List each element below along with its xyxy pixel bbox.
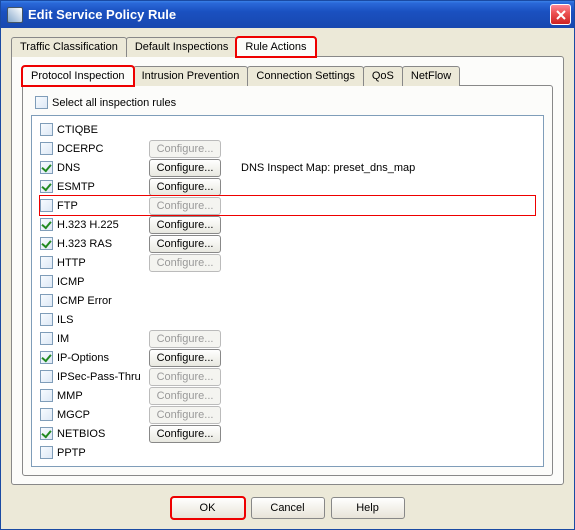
rule-checkbox[interactable] — [40, 313, 53, 326]
rule-row: MGCPConfigure... — [40, 405, 535, 424]
rule-checkbox[interactable] — [40, 275, 53, 288]
configure-button: Configure... — [149, 406, 221, 424]
sub-tab-4[interactable]: NetFlow — [402, 66, 460, 86]
rule-checkbox[interactable] — [40, 142, 53, 155]
rule-name: ICMP — [57, 276, 149, 288]
window-title: Edit Service Policy Rule — [28, 7, 550, 22]
rule-row: ILS — [40, 310, 535, 329]
configure-button: Configure... — [149, 368, 221, 386]
configure-button: Configure... — [149, 140, 221, 158]
rule-checkbox[interactable] — [40, 351, 53, 364]
rule-checkbox[interactable] — [40, 294, 53, 307]
configure-button[interactable]: Configure... — [149, 178, 221, 196]
configure-button[interactable]: Configure... — [149, 425, 221, 443]
configure-button: Configure... — [149, 254, 221, 272]
rule-name: H.323 H.225 — [57, 219, 149, 231]
rule-row: H.323 H.225Configure... — [40, 215, 535, 234]
rule-name: HTTP — [57, 257, 149, 269]
rule-checkbox[interactable] — [40, 427, 53, 440]
rule-checkbox[interactable] — [40, 389, 53, 402]
close-icon — [556, 10, 566, 20]
rule-row: ICMP Error — [40, 291, 535, 310]
sub-tab-2[interactable]: Connection Settings — [247, 66, 363, 86]
rule-checkbox[interactable] — [40, 180, 53, 193]
rule-name: IM — [57, 333, 149, 345]
sub-tab-0[interactable]: Protocol Inspection — [22, 66, 134, 86]
rule-name: ESMTP — [57, 181, 149, 193]
rules-list-container: CTIQBEDCERPCConfigure...DNSConfigure...D… — [31, 115, 544, 467]
configure-button[interactable]: Configure... — [149, 216, 221, 234]
rule-name: IP-Options — [57, 352, 149, 364]
select-all-checkbox[interactable] — [35, 96, 48, 109]
rule-name: NETBIOS — [57, 428, 149, 440]
rules-list[interactable]: CTIQBEDCERPCConfigure...DNSConfigure...D… — [32, 116, 543, 466]
rule-row: HTTPConfigure... — [40, 253, 535, 272]
rule-row: FTPConfigure... — [40, 196, 535, 215]
rule-checkbox[interactable] — [40, 408, 53, 421]
rule-row: H.323 RASConfigure... — [40, 234, 535, 253]
configure-button: Configure... — [149, 330, 221, 348]
rule-row: DNSConfigure... DNS Inspect Map: preset_d… — [40, 158, 535, 177]
rule-name: H.323 RAS — [57, 238, 149, 250]
dialog-window: Edit Service Policy Rule Traffic Classif… — [0, 0, 575, 530]
rule-row: IPSec-Pass-ThruConfigure... — [40, 367, 535, 386]
dialog-buttons: OK Cancel Help — [1, 489, 574, 529]
rule-name: PPTP — [57, 447, 149, 459]
sub-tab-3[interactable]: QoS — [363, 66, 403, 86]
content-area: Traffic ClassificationDefault Inspection… — [1, 28, 574, 489]
sub-pane: Select all inspection rules CTIQBE DCERPC… — [22, 85, 553, 476]
configure-button[interactable]: Configure... — [149, 235, 221, 253]
rule-name: MGCP — [57, 409, 149, 421]
rule-checkbox[interactable] — [40, 370, 53, 383]
rule-row: DCERPCConfigure... — [40, 139, 535, 158]
rule-name: FTP — [57, 200, 149, 212]
app-icon — [7, 7, 23, 23]
configure-button: Configure... — [149, 387, 221, 405]
rule-row: PPTP — [40, 443, 535, 462]
rule-checkbox[interactable] — [40, 332, 53, 345]
rule-row: IP-OptionsConfigure... — [40, 348, 535, 367]
rule-checkbox[interactable] — [40, 123, 53, 136]
help-button[interactable]: Help — [331, 497, 405, 519]
rule-row: NETBIOSConfigure... — [40, 424, 535, 443]
rule-row: CTIQBE — [40, 120, 535, 139]
configure-button[interactable]: Configure... — [149, 349, 221, 367]
rule-checkbox[interactable] — [40, 161, 53, 174]
rule-row: ESMTPConfigure... — [40, 177, 535, 196]
configure-button: Configure... — [149, 197, 221, 215]
rule-row: MMPConfigure... — [40, 386, 535, 405]
main-tabs: Traffic ClassificationDefault Inspection… — [11, 36, 564, 56]
configure-button[interactable]: Configure... — [149, 159, 221, 177]
rule-name: ILS — [57, 314, 149, 326]
main-tab-1[interactable]: Default Inspections — [126, 37, 238, 57]
rule-checkbox[interactable] — [40, 446, 53, 459]
rule-row: ICMP — [40, 272, 535, 291]
rule-name: DNS — [57, 162, 149, 174]
rule-name: IPSec-Pass-Thru — [57, 371, 149, 383]
select-all-row: Select all inspection rules — [35, 96, 544, 109]
rule-info: DNS Inspect Map: preset_dns_map — [241, 162, 415, 174]
close-button[interactable] — [550, 4, 571, 25]
rule-name: MMP — [57, 390, 149, 402]
rule-row: IMConfigure... — [40, 329, 535, 348]
rule-name: ICMP Error — [57, 295, 149, 307]
title-bar: Edit Service Policy Rule — [1, 1, 574, 28]
rule-checkbox[interactable] — [40, 256, 53, 269]
main-pane: Protocol InspectionIntrusion PreventionC… — [11, 56, 564, 485]
select-all-label: Select all inspection rules — [52, 97, 176, 109]
cancel-button[interactable]: Cancel — [251, 497, 325, 519]
rule-name: DCERPC — [57, 143, 149, 155]
ok-button[interactable]: OK — [171, 497, 245, 519]
rule-checkbox[interactable] — [40, 218, 53, 231]
main-tab-2[interactable]: Rule Actions — [236, 37, 315, 57]
main-tab-0[interactable]: Traffic Classification — [11, 37, 127, 57]
rule-checkbox[interactable] — [40, 237, 53, 250]
rule-name: CTIQBE — [57, 124, 149, 136]
sub-tab-1[interactable]: Intrusion Prevention — [133, 66, 249, 86]
rule-checkbox[interactable] — [40, 199, 53, 212]
sub-tabs: Protocol InspectionIntrusion PreventionC… — [22, 65, 553, 85]
